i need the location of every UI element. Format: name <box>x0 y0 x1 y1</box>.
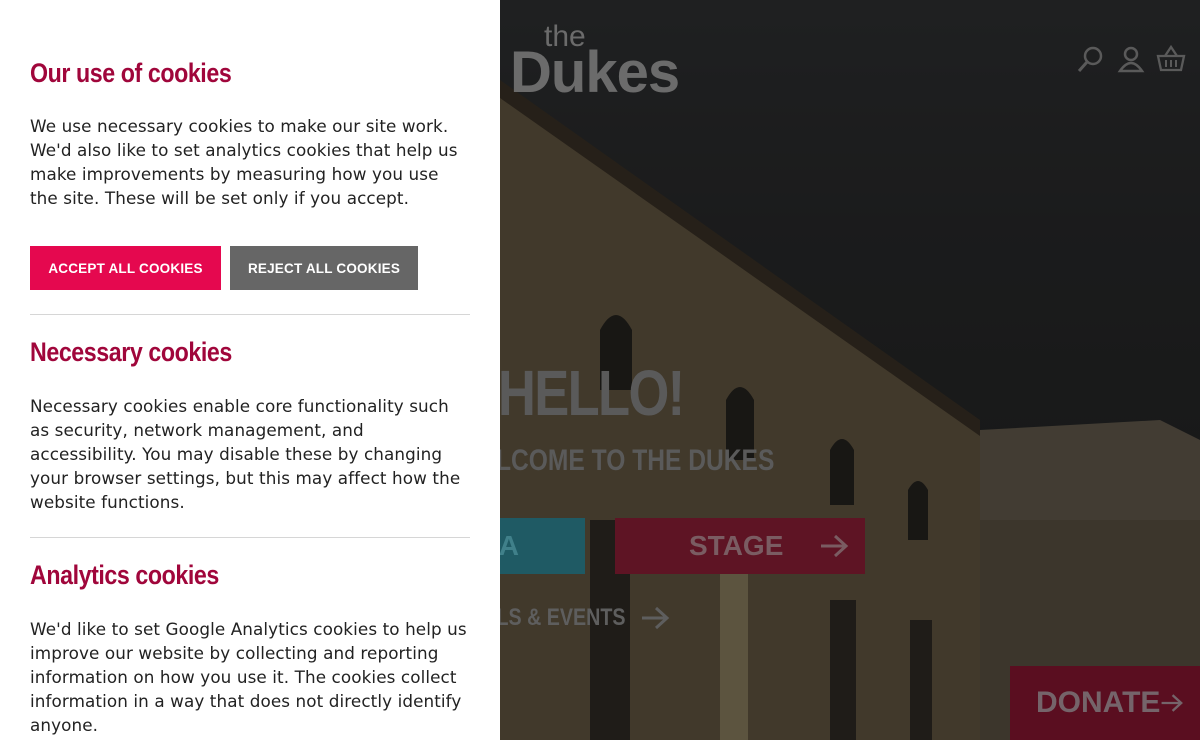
account-icon[interactable] <box>1116 44 1146 74</box>
necessary-text-block: Necessary cookies enable core functional… <box>30 394 470 514</box>
cinema-label: A <box>498 530 519 561</box>
reject-all-cookies-button[interactable]: REJECT ALL COOKIES <box>230 246 418 290</box>
basket-icon[interactable] <box>1156 44 1186 74</box>
necessary-title-block: Necessary cookies <box>30 337 470 368</box>
divider <box>30 314 470 315</box>
logo-dukes: Dukes <box>510 40 680 105</box>
donate-button[interactable]: DONATE <box>1010 666 1200 740</box>
cookie-consent-panel: Our use of cookies We use necessary cook… <box>0 0 500 740</box>
necessary-cookies-text: Necessary cookies enable core functional… <box>30 396 461 512</box>
accept-all-cookies-button[interactable]: ACCEPT ALL COOKIES <box>30 246 221 290</box>
stage-label: STAGE <box>689 530 784 561</box>
cookie-intro-text: We use necessary cookies to make our sit… <box>30 116 458 208</box>
analytics-title-block: Analytics cookies <box>30 560 470 591</box>
hero-title: HELLO! <box>498 357 685 429</box>
analytics-cookies-title: Analytics cookies <box>30 560 219 590</box>
donate-label: DONATE <box>1036 686 1161 719</box>
cookie-button-row: ACCEPT ALL COOKIES REJECT ALL COOKIES <box>30 246 418 290</box>
cookie-panel-title: Our use of cookies <box>30 58 232 88</box>
arrow-right-icon <box>642 606 670 630</box>
search-icon[interactable] <box>1076 44 1106 74</box>
stage-button[interactable]: STAGE <box>615 518 865 574</box>
arrow-right-icon <box>821 534 849 558</box>
cookie-title-block: Our use of cookies <box>30 58 470 89</box>
divider <box>30 537 470 538</box>
analytics-text-block: We'd like to set Google Analytics cookie… <box>30 617 470 737</box>
header-icons <box>1076 44 1186 74</box>
cookie-intro-block: We use necessary cookies to make our sit… <box>30 114 470 210</box>
arrow-right-icon <box>1162 694 1184 712</box>
hero-subtitle: LCOME TO THE DUKES <box>496 444 775 477</box>
analytics-cookies-text: We'd like to set Google Analytics cookie… <box>30 619 467 735</box>
necessary-cookies-title: Necessary cookies <box>30 337 232 367</box>
